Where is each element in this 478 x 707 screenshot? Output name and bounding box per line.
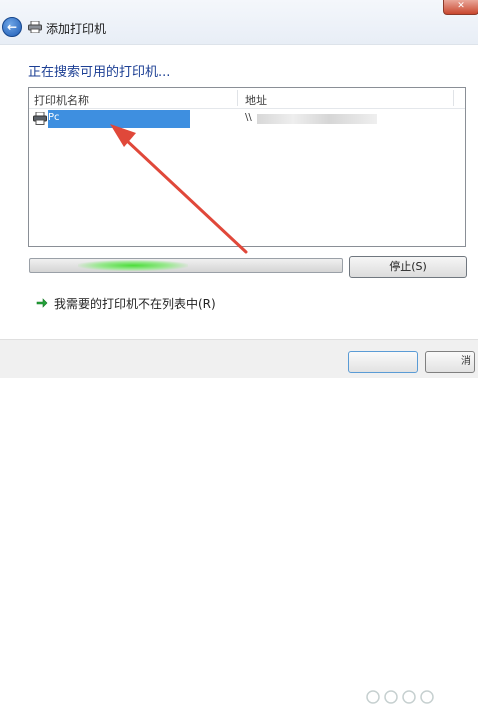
row-selection-highlight <box>48 110 190 128</box>
column-header-name[interactable]: 打印机名称 <box>34 92 89 108</box>
column-divider[interactable] <box>453 90 454 106</box>
search-progress-bar <box>29 258 343 273</box>
next-button[interactable] <box>348 351 418 373</box>
footer-bar: 消 <box>0 339 478 704</box>
printer-row[interactable]: Pc \\ <box>29 110 465 128</box>
blurred-address <box>257 114 377 124</box>
close-icon[interactable]: ✕ <box>443 0 478 15</box>
printer-icon <box>33 112 47 125</box>
title-bar: ← 添加打印机 ✕ <box>0 0 478 45</box>
search-heading: 正在搜索可用的打印机... <box>28 65 171 80</box>
green-arrow-icon <box>36 298 48 308</box>
list-header: 打印机名称 地址 <box>29 88 465 109</box>
window-title: 添加打印机 <box>46 22 107 36</box>
cancel-button[interactable]: 消 <box>425 351 475 373</box>
watermark-logo <box>366 690 434 704</box>
printer-icon <box>28 21 42 33</box>
column-divider[interactable] <box>237 90 238 106</box>
progress-indicator <box>78 260 188 271</box>
printer-not-listed-label[interactable]: 我需要的打印机不在列表中(R) <box>54 295 216 312</box>
printer-list[interactable]: 打印机名称 地址 Pc \\ <box>28 87 466 247</box>
printer-name: Pc <box>48 112 60 123</box>
add-printer-window: ← 添加打印机 ✕ 正在搜索可用的打印机... 打印机名称 地址 Pc \\ 停… <box>0 0 478 704</box>
back-arrow-icon[interactable]: ← <box>2 17 22 37</box>
printer-address: \\ <box>245 112 252 123</box>
stop-button[interactable]: 停止(S) <box>349 256 467 278</box>
column-header-address[interactable]: 地址 <box>245 92 267 108</box>
